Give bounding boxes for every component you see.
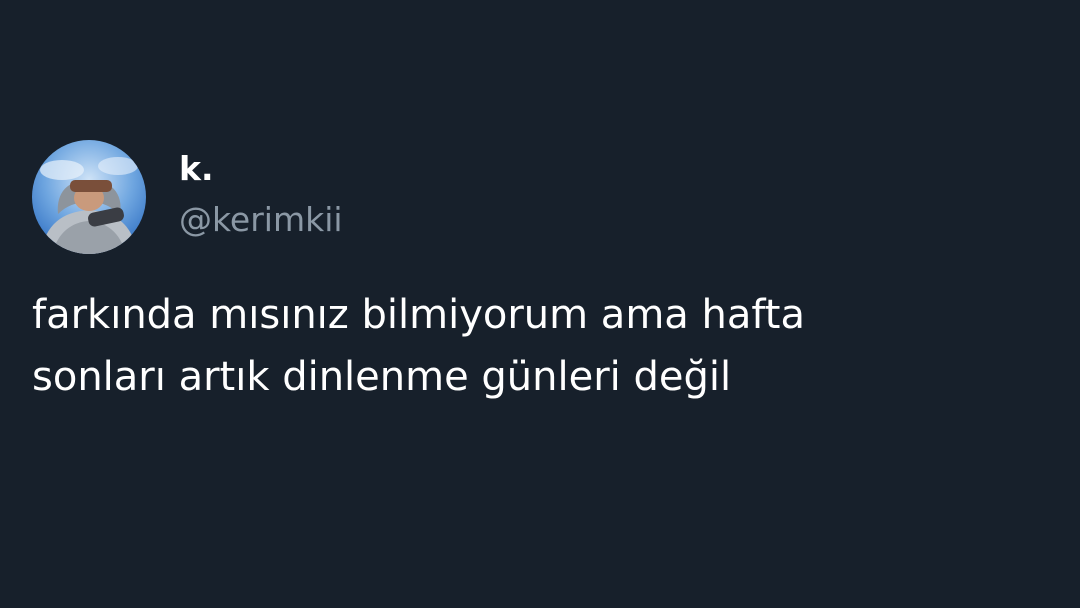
user-handle[interactable]: @kerimkii xyxy=(179,196,343,244)
tweet-text: farkında mısınız bilmiyorum ama hafta so… xyxy=(32,284,1042,408)
tweet-card: k. @kerimkii farkında mısınız bilmiyorum… xyxy=(0,0,1080,608)
profile-photo-icon xyxy=(32,140,146,254)
tweet-text-line: farkında mısınız bilmiyorum ama hafta xyxy=(32,292,805,338)
avatar[interactable] xyxy=(32,140,146,254)
tweet-text-line: sonları artık dinlenme günleri değil xyxy=(32,354,732,400)
display-name[interactable]: k. xyxy=(179,145,213,193)
